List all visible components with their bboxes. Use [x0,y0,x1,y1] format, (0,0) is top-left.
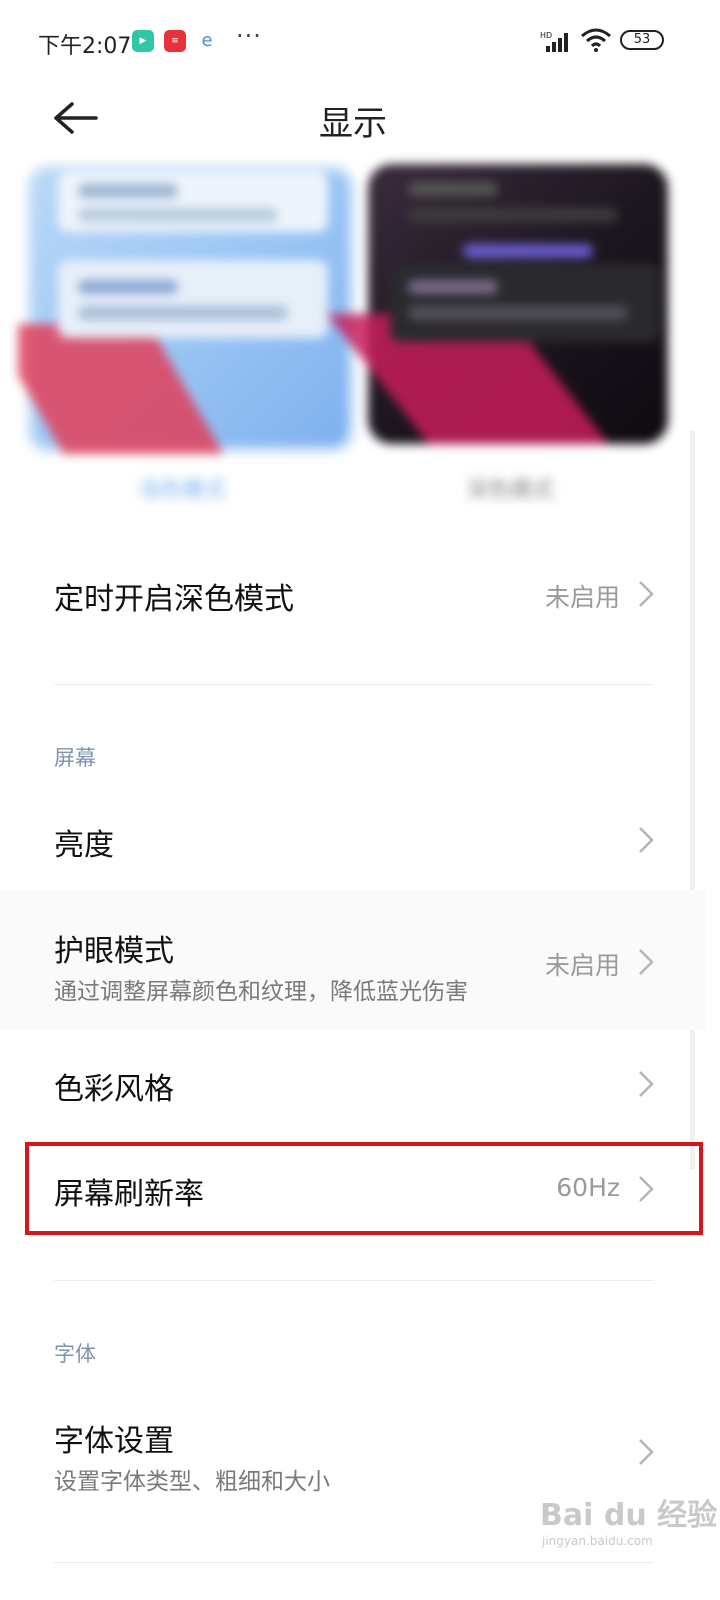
chevron-right-icon [639,949,654,975]
dark-mode-schedule-title: 定时开启深色模式 [54,582,294,617]
news-app-icon: ≡ [164,30,186,52]
eye-protection-subtitle: 通过调整屏幕颜色和纹理，降低蓝光伤害 [54,979,468,1005]
status-bar: 下午2:07 ▶ ≡ e ··· HD 53 [0,0,720,84]
browser-app-icon: e [201,30,213,51]
watermark-url: jingyan.baidu.com [542,1534,653,1548]
dark-mode-label: 深色模式 [466,478,555,503]
dark-preview-line [408,182,498,196]
light-mode-label: 浅色模式 [138,478,227,503]
dark-preview-line [408,306,628,320]
watermark-brand: Bai du 经验 [540,1498,718,1533]
refresh-rate-highlight [25,1142,703,1235]
color-style-title: 色彩风格 [54,1072,174,1107]
eye-protection-title: 护眼模式 [54,934,174,969]
section-label-font: 字体 [54,1342,96,1366]
watermark: Bai du 经验 jingyan.baidu.com [540,1490,717,1548]
status-time: 下午2:07 [38,34,132,59]
dark-preview-line [463,244,593,258]
chevron-right-icon [639,827,654,853]
more-notifications-icon: ··· [236,22,262,50]
chevron-right-icon [639,1439,654,1465]
theme-preview: 浅色模式 深色模式 [18,164,678,514]
light-preview-line [78,184,178,198]
dark-preview-line [408,208,618,222]
font-settings-title: 字体设置 [54,1424,174,1459]
divider [54,1280,654,1281]
battery-indicator: 53 [620,30,664,50]
dark-preview-line [408,280,498,294]
eye-protection-item[interactable]: 护眼模式 通过调整屏幕颜色和纹理，降低蓝光伤害 未启用 [0,890,706,1030]
brightness-title: 亮度 [54,828,114,863]
signal-icon: HD [540,31,568,52]
chevron-right-icon [639,581,654,607]
light-preview-line [78,280,178,294]
video-app-icon: ▶ [132,30,154,52]
dark-mode-schedule-item[interactable]: 定时开启深色模式 未启用 [0,540,706,650]
section-label-screen: 屏幕 [54,746,96,770]
eye-protection-value: 未启用 [544,951,620,980]
divider [54,1562,654,1563]
svg-text:HD: HD [540,31,552,40]
font-settings-subtitle: 设置字体类型、粗细和大小 [54,1469,330,1495]
header: 显示 [0,84,720,164]
dark-preview-panel [390,264,660,342]
dark-mode-schedule-value: 未启用 [544,583,620,612]
page-title: 显示 [319,104,387,144]
light-preview-line [78,208,278,222]
wifi-icon [581,28,611,52]
light-preview-panel [58,172,328,232]
chevron-right-icon [639,1071,654,1097]
light-preview-line [78,306,288,320]
divider [54,684,654,685]
color-style-item[interactable]: 色彩风格 [0,1034,706,1134]
brightness-item[interactable]: 亮度 [0,790,706,890]
light-preview-panel [58,260,328,338]
